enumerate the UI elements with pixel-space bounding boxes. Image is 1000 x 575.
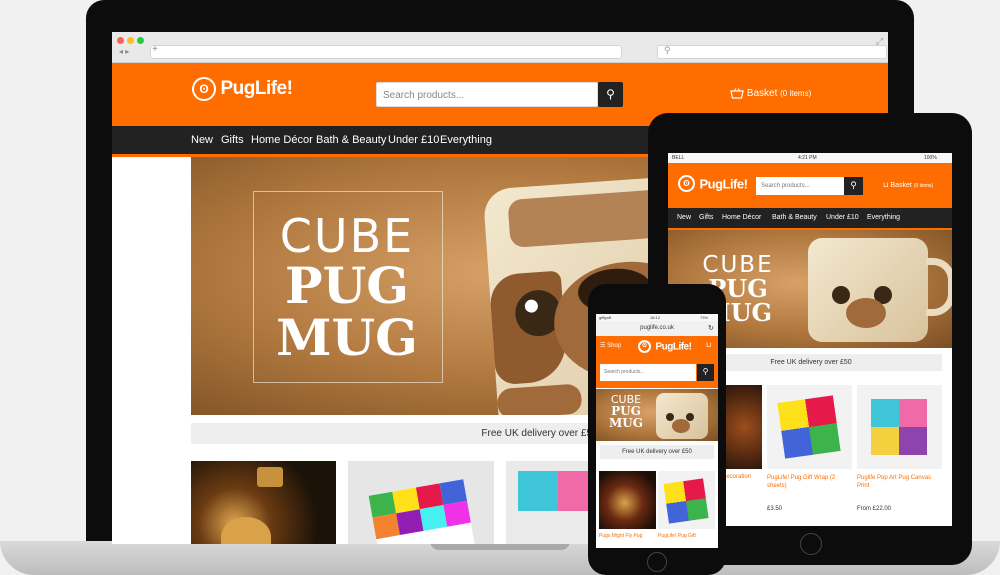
shop-label: Shop — [607, 343, 622, 349]
pug-eye — [832, 286, 850, 304]
phone-address-bar[interactable]: puglife.co.uk ↻ — [596, 321, 718, 336]
product-image-gift-wrap[interactable] — [767, 385, 852, 469]
mug-handle — [926, 258, 952, 316]
minimize-window-button[interactable] — [127, 37, 134, 44]
tablet-header: ʘ PugLife! Search products... ⚲ ⊔ Basket… — [668, 163, 952, 208]
search-icon: ⚲ — [664, 45, 671, 55]
tablet-search-button[interactable]: ⚲ — [844, 177, 863, 195]
search-icon: ⚲ — [850, 180, 857, 190]
maximize-window-button[interactable] — [137, 37, 144, 44]
site-logo[interactable]: ʘ PugLife! — [192, 77, 293, 101]
browser-chrome: ◂ ▸ + ⚲ ⤢ — [112, 32, 888, 63]
pug-mug-image — [656, 393, 708, 439]
basket-label: Basket — [890, 182, 912, 189]
basket-count: (0 items) — [913, 183, 934, 189]
gift-cube — [777, 395, 841, 459]
ornament — [257, 467, 283, 487]
product-image-canvas[interactable] — [857, 385, 942, 469]
carrier: BELL — [672, 155, 685, 161]
nav-item-home-decor[interactable]: Home Décor — [251, 134, 313, 146]
hero-title: CUBE PUG MUG — [609, 393, 643, 430]
basket-icon — [730, 88, 744, 99]
close-window-button[interactable] — [117, 37, 124, 44]
product-image-gift-cube[interactable] — [658, 471, 715, 529]
nav-item-bath-beauty[interactable]: Bath & Beauty — [772, 214, 817, 221]
battery: 73% — [700, 315, 709, 320]
pug-logo-icon: ʘ — [638, 340, 651, 354]
pug-logo-icon: ʘ — [678, 175, 695, 193]
product-name[interactable]: PugLife! Pug Gift — [658, 533, 696, 539]
search-icon: ⚲ — [702, 367, 709, 376]
gift-cube — [368, 479, 476, 544]
tablet-home-button[interactable] — [800, 533, 822, 555]
nav-item-everything[interactable]: Everything — [440, 134, 492, 146]
pug-mug-image — [808, 238, 928, 342]
nav-item-under-10[interactable]: Under £10 — [826, 214, 859, 221]
pug-paw — [496, 383, 583, 415]
phone-search-input[interactable]: Search products... — [600, 364, 696, 381]
menu-icon: ☰ — [600, 343, 606, 349]
tablet-status-bar: BELL 4:21 PM 100% — [668, 153, 952, 163]
product-price: From £22.00 — [857, 506, 892, 512]
browser-search-box[interactable] — [657, 45, 887, 59]
phone-search-button[interactable]: ⚲ — [697, 364, 714, 381]
tablet-basket-link[interactable]: ⊔ Basket (0 items) — [883, 181, 933, 189]
search-button[interactable]: ⚲ — [598, 82, 623, 107]
tablet-search-input[interactable]: Search products... — [756, 177, 844, 195]
fullscreen-icon[interactable]: ⤢ — [876, 36, 883, 47]
canvas-tile — [518, 471, 558, 511]
basket-label: Basket — [746, 88, 778, 100]
address-bar[interactable] — [150, 45, 622, 59]
phone-logo[interactable]: ʘ PugLife! — [638, 338, 692, 356]
nav-item-everything[interactable]: Everything — [867, 214, 900, 221]
phone-delivery-banner: Free UK delivery over £50 — [600, 445, 714, 459]
basket-link[interactable]: Basket (0 items) — [730, 88, 811, 99]
clock: 4:21 PM — [798, 155, 817, 161]
nav-item-bath-beauty[interactable]: Bath & Beauty — [316, 134, 386, 146]
phone-header: ☰ Shop ʘ PugLife! ⊔ Search products... ⚲ — [596, 336, 718, 388]
clock: 18:12 — [650, 315, 661, 320]
battery: 100% — [924, 155, 937, 161]
back-forward-icon[interactable]: ◂ ▸ — [119, 47, 129, 56]
phone-status-bar: giffgaff 18:12 73% — [596, 314, 718, 321]
nav-item-new[interactable]: New — [677, 214, 691, 221]
product-price: £3.50 — [767, 506, 783, 512]
gift-cube — [663, 478, 709, 524]
brand-name: PugLife! — [655, 341, 692, 353]
nav-item-under-10[interactable]: Under £10 — [388, 134, 439, 146]
phone-home-button[interactable] — [647, 552, 667, 572]
phone-hero-banner[interactable]: CUBE PUG MUG — [596, 389, 718, 441]
phone-screen: giffgaff 18:12 73% puglife.co.uk ↻ ☰ Sho… — [596, 314, 718, 548]
nav-item-gifts[interactable]: Gifts — [221, 134, 244, 146]
product-image-gift-cube[interactable] — [348, 461, 494, 544]
pug-muzzle — [846, 298, 886, 328]
product-name[interactable]: Puglife Pop Art Pug Canvas Print — [857, 474, 941, 490]
brand-name: PugLife! — [220, 78, 293, 99]
hero-title: CUBE PUG MUG — [276, 209, 418, 367]
basket-icon[interactable]: ⊔ — [706, 341, 711, 349]
product-image-angel-pug[interactable] — [191, 461, 336, 544]
search-icon: ⚲ — [606, 87, 615, 101]
search-input[interactable]: Search products... — [376, 82, 598, 107]
tablet-nav: New Gifts Home Décor Bath & Beauty Under… — [668, 208, 952, 230]
brand-name: PugLife! — [699, 176, 748, 192]
nav-item-gifts[interactable]: Gifts — [699, 214, 713, 221]
basket-icon: ⊔ — [883, 182, 889, 189]
new-tab-icon[interactable]: + — [152, 44, 158, 55]
angel-figure — [221, 517, 271, 544]
shop-menu-button[interactable]: ☰ Shop — [600, 342, 621, 349]
product-name[interactable]: Pugs Might Fly Pug — [599, 533, 642, 539]
carrier: giffgaff — [599, 315, 611, 320]
nav-item-home-decor[interactable]: Home Décor — [722, 214, 761, 221]
reload-icon[interactable]: ↻ — [708, 321, 714, 336]
url-text: puglife.co.uk — [640, 325, 674, 331]
nav-item-new[interactable]: New — [191, 134, 213, 146]
product-image-angel-pug[interactable] — [599, 471, 656, 529]
pug-logo-icon: ʘ — [192, 77, 216, 101]
tablet-logo[interactable]: ʘ PugLife! — [678, 175, 748, 193]
basket-count: (0 items) — [780, 89, 812, 99]
product-name[interactable]: PugLife! Pug Gift Wrap (2 sheets) — [767, 474, 851, 490]
